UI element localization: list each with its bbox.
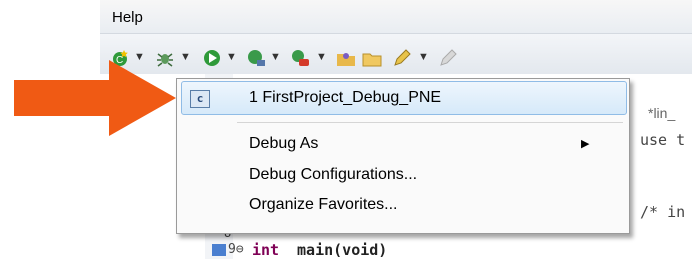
menu-item-debug-configurations[interactable]: Debug Configurations... — [249, 166, 417, 184]
run-icon[interactable] — [202, 48, 222, 68]
profile-dropdown-icon[interactable]: ▼ — [316, 51, 327, 63]
c-file-icon: c — [190, 90, 210, 108]
code-line: use t — [640, 131, 686, 149]
menu-separator — [237, 122, 623, 123]
pen-icon[interactable] — [392, 48, 412, 68]
menu-bar: Help — [100, 0, 692, 34]
folder-icon[interactable] — [362, 48, 382, 68]
pointer-arrow-icon — [14, 60, 176, 136]
help-menu[interactable]: Help — [112, 9, 143, 26]
run-dropdown-icon[interactable]: ▼ — [226, 51, 237, 63]
menu-item-label[interactable]: 1 FirstProject_Debug_PNE — [249, 89, 441, 107]
code-line: main(void) — [288, 241, 388, 259]
menu-item-debug-as[interactable]: Debug As — [249, 135, 318, 153]
editor-tab-label[interactable]: *lin_ — [648, 105, 675, 121]
pen-disabled-icon — [440, 49, 457, 66]
code-line: /* in — [640, 203, 686, 221]
line-number: 9⊖ — [228, 242, 244, 257]
external-tools-icon[interactable] — [246, 48, 266, 68]
submenu-arrow-icon: ▶ — [581, 138, 590, 150]
code-keyword: int — [252, 241, 280, 259]
debug-dropdown-icon[interactable]: ▼ — [180, 51, 191, 63]
open-folder-icon[interactable] — [336, 48, 356, 68]
profile-icon[interactable] — [290, 48, 310, 68]
pen-dropdown-icon[interactable]: ▼ — [418, 51, 429, 63]
menu-item-organize-favorites[interactable]: Organize Favorites... — [249, 196, 398, 214]
external-tools-dropdown-icon[interactable]: ▼ — [270, 51, 281, 63]
breakpoint-marker — [212, 244, 226, 256]
debug-dropdown-menu: c 1 FirstProject_Debug_PNE Debug As ▶ De… — [176, 78, 630, 234]
